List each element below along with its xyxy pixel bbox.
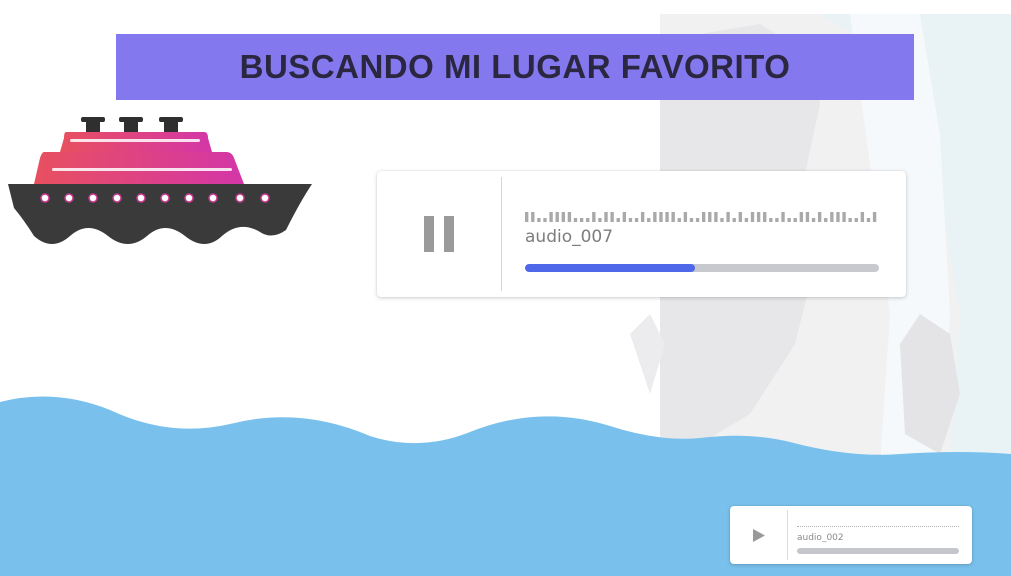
play-icon bbox=[752, 528, 765, 542]
progress-bar[interactable] bbox=[525, 264, 879, 272]
audio-name-label: audio_002 bbox=[797, 533, 844, 543]
page-title: BUSCANDO MI LUGAR FAVORITO bbox=[239, 48, 791, 85]
progress-fill bbox=[525, 264, 695, 272]
title-banner: BUSCANDO MI LUGAR FAVORITO bbox=[116, 34, 914, 100]
play-button[interactable] bbox=[730, 506, 787, 564]
ship-illustration bbox=[8, 117, 312, 244]
slide-canvas: BUSCANDO MI LUGAR FAVORITO audio_007 aud… bbox=[0, 0, 1011, 576]
audio-name-label: audio_007 bbox=[525, 227, 614, 247]
waveform bbox=[797, 526, 959, 527]
audio-player-main: audio_007 bbox=[377, 171, 906, 297]
audio-player-small: audio_002 bbox=[730, 506, 972, 564]
player-divider bbox=[787, 510, 788, 560]
pause-icon bbox=[424, 216, 454, 252]
progress-bar[interactable] bbox=[797, 548, 959, 554]
waveform bbox=[525, 212, 877, 222]
player-divider bbox=[501, 177, 502, 291]
pause-button[interactable] bbox=[377, 171, 501, 297]
